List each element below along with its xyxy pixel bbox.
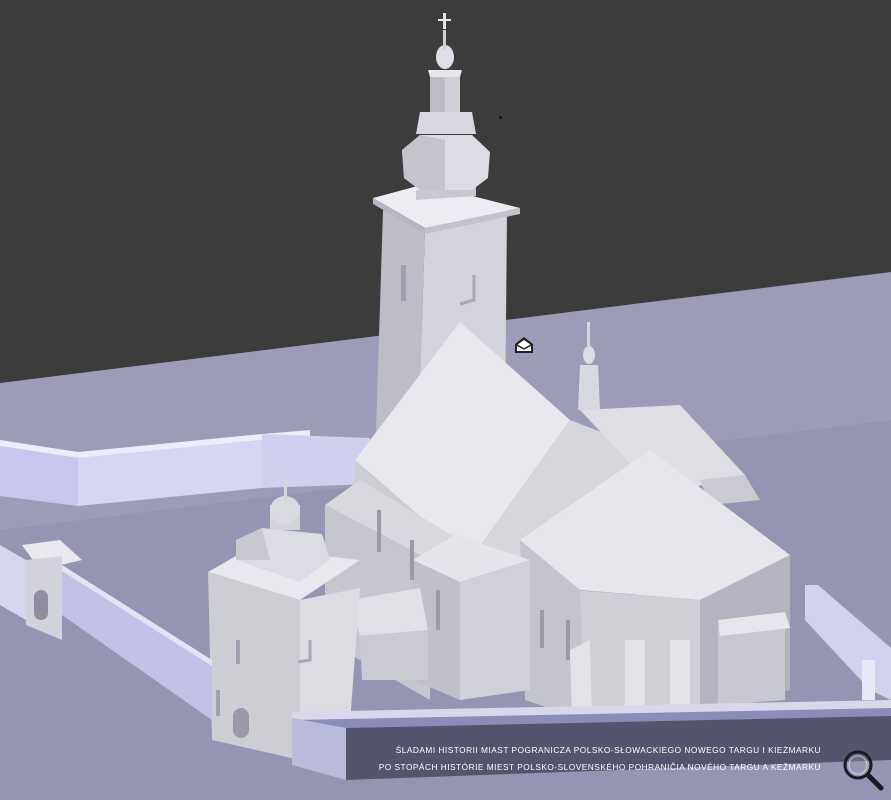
caption-line-polish: ŚLADAMI HISTORII MIAST POGRANICZA POLSKO… — [395, 745, 821, 755]
caption-line-slovak: PO STOPÁCH HISTÓRIE MIEST POLSKO-SLOVENS… — [378, 762, 821, 772]
stray-marker — [499, 116, 502, 119]
church-3d-model-render — [0, 13, 891, 800]
project-caption: ŚLADAMI HISTORII MIAST POGRANICZA POLSKO… — [379, 742, 821, 776]
envelope-icon[interactable] — [514, 336, 534, 354]
magnifier-icon[interactable] — [841, 748, 885, 792]
render-viewport: ŚLADAMI HISTORII MIAST POGRANICZA POLSKO… — [0, 0, 891, 800]
